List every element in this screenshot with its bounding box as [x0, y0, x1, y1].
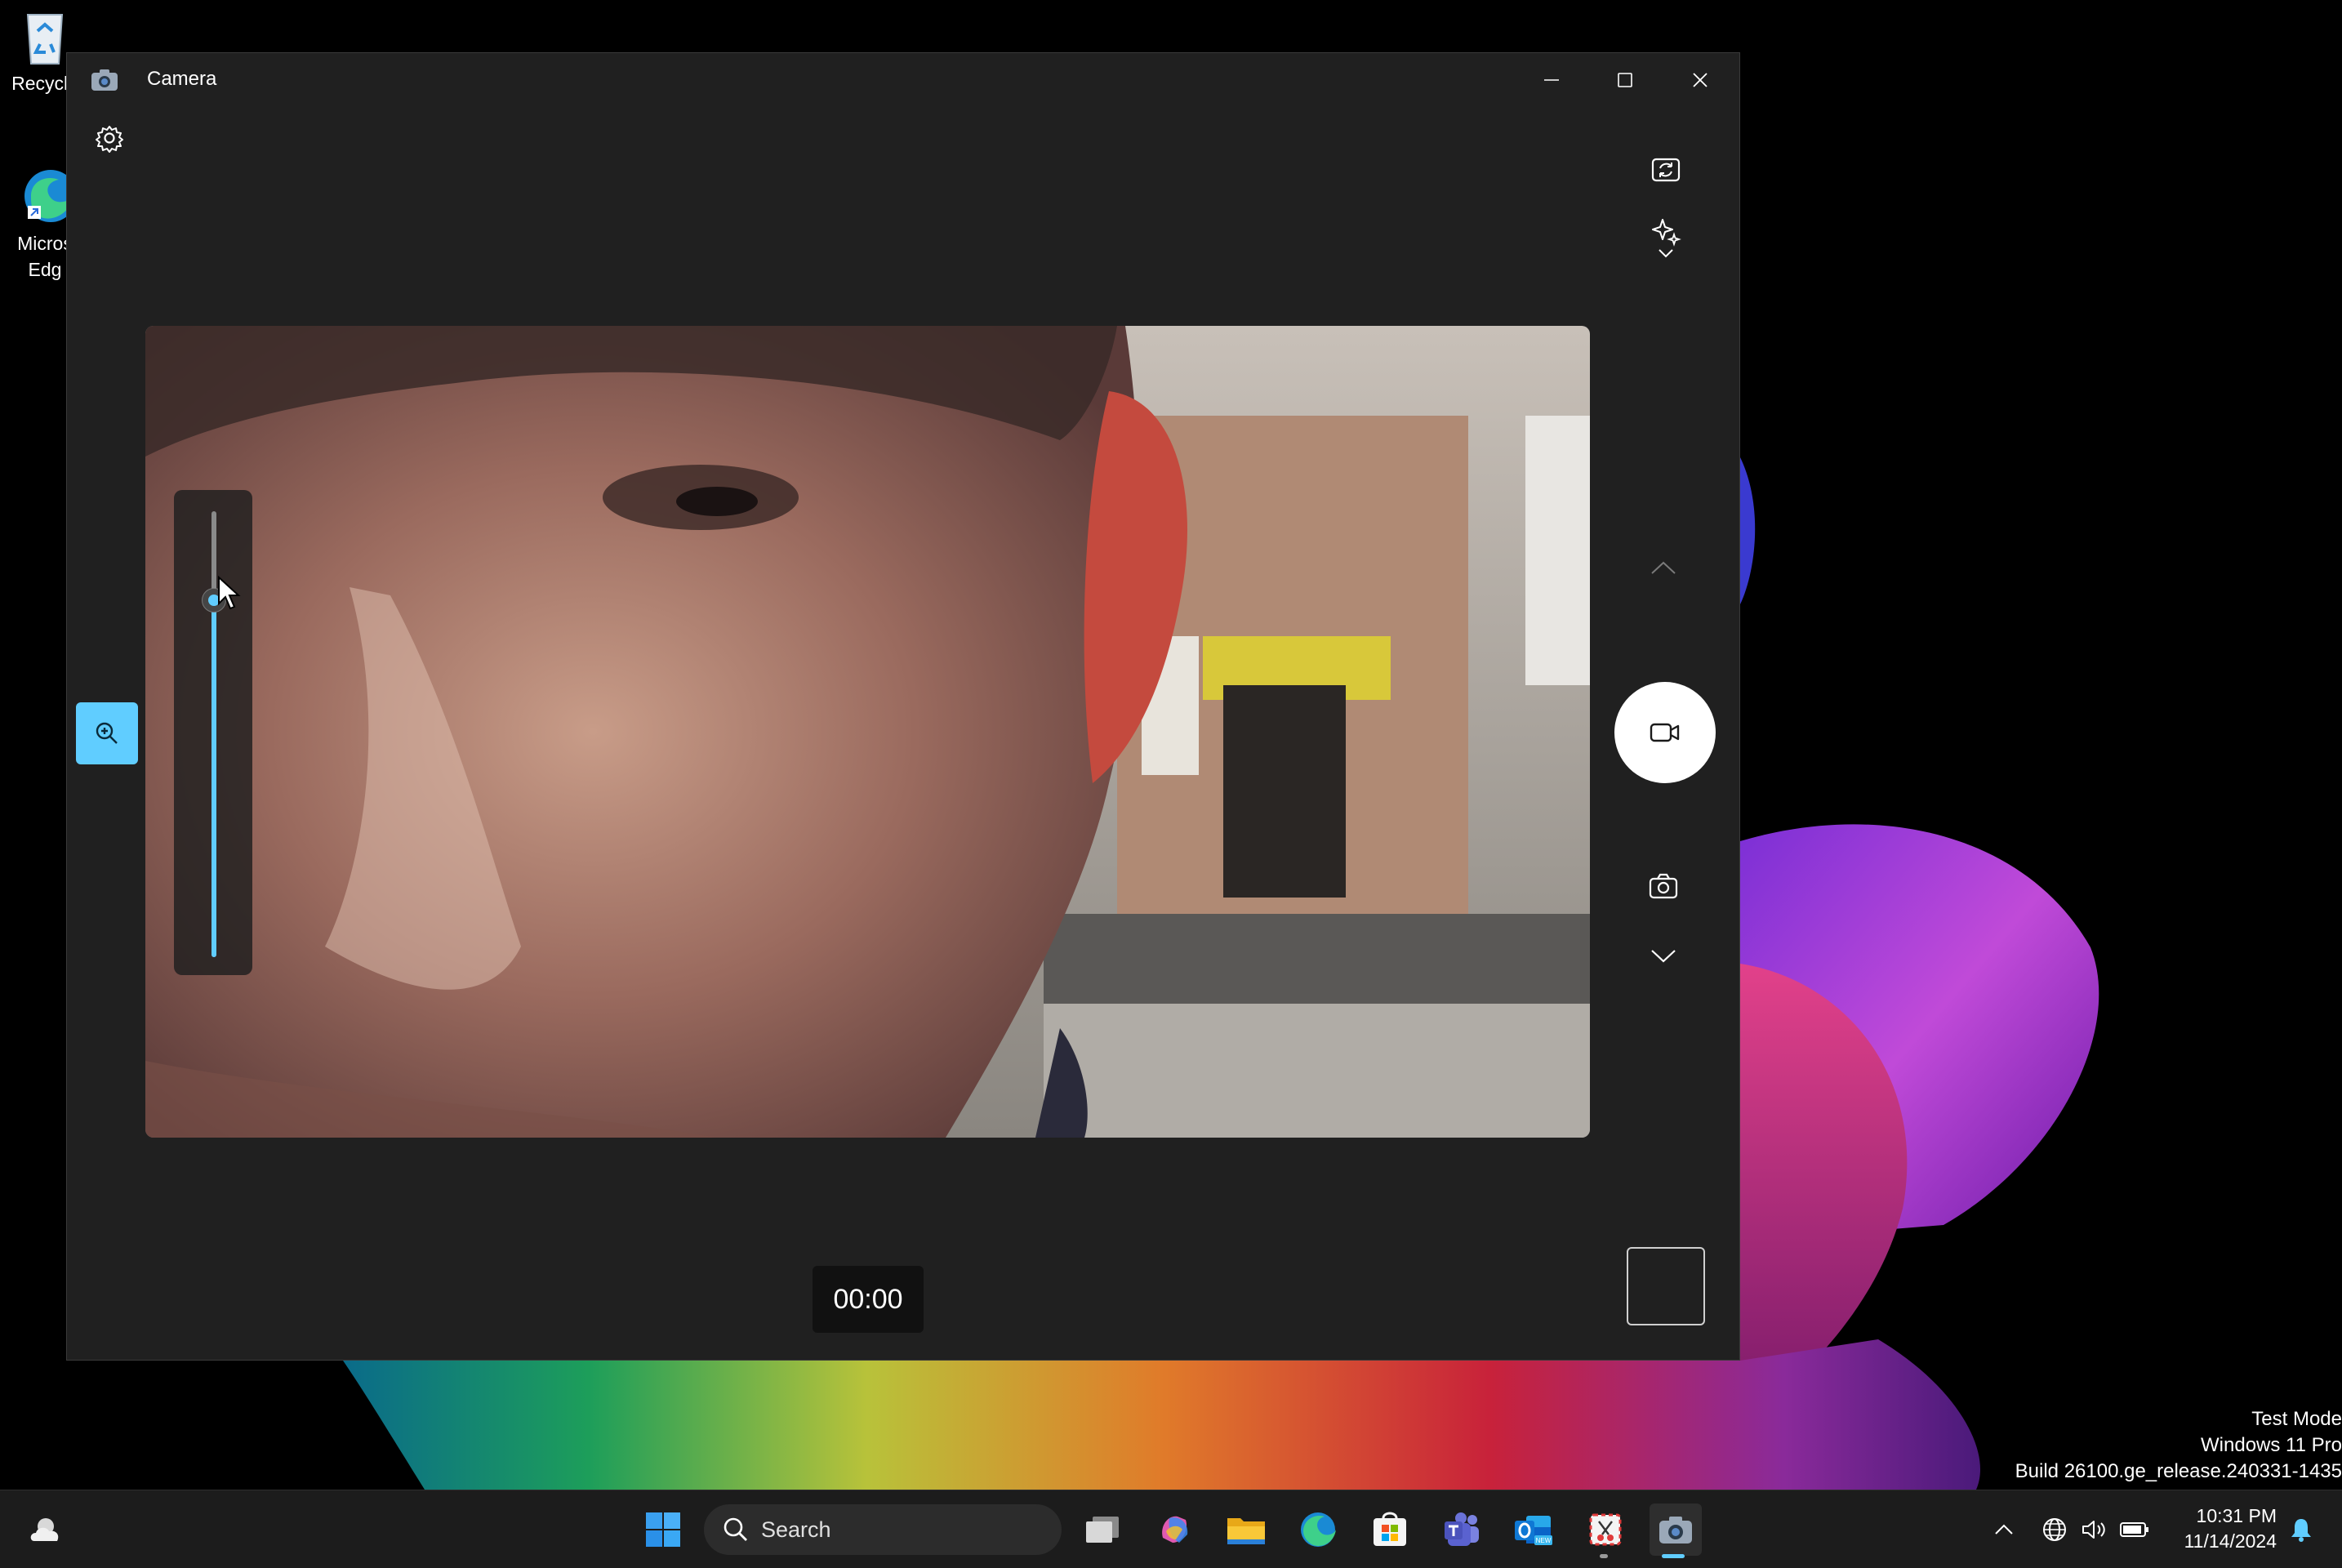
close-icon — [1693, 73, 1708, 87]
clock-time: 10:31 PM — [2196, 1505, 2277, 1526]
camera-feed-image — [145, 326, 1590, 1138]
camera-icon — [1659, 1517, 1692, 1544]
search-icon — [724, 1517, 747, 1541]
watermark-line: Windows 11 Pro — [2201, 1434, 2342, 1456]
teams-icon — [1445, 1512, 1479, 1546]
camera-preview — [145, 326, 1590, 1138]
record-video-button[interactable] — [1614, 682, 1716, 783]
clock-date: 11/14/2024 — [2184, 1530, 2277, 1552]
weather-widget[interactable] — [21, 1503, 73, 1556]
bell-icon — [2291, 1519, 2311, 1542]
window-title: Camera — [147, 68, 217, 90]
network-button[interactable] — [2038, 1503, 2071, 1556]
weather-icon — [30, 1518, 59, 1541]
taskbar-search[interactable]: Search — [704, 1504, 1062, 1555]
zoom-slider-fill — [211, 600, 216, 957]
switch-camera-icon — [1651, 158, 1681, 182]
show-hidden-icons-button[interactable] — [1988, 1503, 2020, 1556]
search-label: Search — [761, 1517, 831, 1542]
test-mode-watermark: Test Mode Windows 11 Pro Build 26100.ge_… — [2015, 1406, 2342, 1485]
zoom-in-icon — [96, 722, 118, 744]
chevron-down-icon — [1651, 950, 1676, 963]
active-app-indicator — [1662, 1554, 1685, 1558]
title-bar[interactable]: Camera — [67, 53, 1739, 107]
taskbar-clock[interactable]: 10:31 PM 11/14/2024 — [2184, 1503, 2277, 1554]
watermark-line: Build 26100.ge_release.240331-1435 — [2015, 1460, 2342, 1482]
copilot-icon — [1162, 1516, 1188, 1543]
watermark-line: Test Mode — [2251, 1408, 2342, 1430]
zoom-slider-track[interactable] — [211, 511, 216, 957]
zoom-slider-panel — [174, 490, 252, 975]
taskbar-file-explorer[interactable] — [1220, 1503, 1272, 1556]
last-capture-thumbnail[interactable] — [1627, 1247, 1705, 1325]
chevron-down-icon — [1659, 249, 1673, 258]
outlook-icon: NEW — [1515, 1516, 1552, 1545]
running-indicator — [1600, 1554, 1608, 1558]
mode-up-button[interactable] — [1639, 543, 1688, 592]
taskbar-copilot[interactable] — [1148, 1503, 1200, 1556]
file-explorer-icon — [1227, 1518, 1265, 1544]
maximize-button[interactable] — [1588, 53, 1662, 107]
taskbar-teams[interactable] — [1436, 1503, 1488, 1556]
minimize-icon — [1544, 79, 1559, 81]
camera-app-icon — [90, 68, 119, 92]
camera-window: Camera 00:00 — [66, 52, 1740, 1361]
maximize-icon — [1618, 73, 1632, 87]
speaker-icon — [2082, 1521, 2105, 1539]
mode-down-button[interactable] — [1639, 932, 1688, 981]
volume-button[interactable] — [2077, 1503, 2110, 1556]
taskbar-task-view[interactable] — [1076, 1503, 1129, 1556]
effects-button[interactable] — [1641, 200, 1690, 274]
switch-camera-button[interactable] — [1641, 145, 1690, 194]
start-button[interactable] — [637, 1503, 689, 1556]
zoom-button[interactable] — [76, 702, 138, 764]
camera-icon — [1649, 873, 1678, 899]
taskbar-edge[interactable] — [1292, 1503, 1344, 1556]
task-view-icon — [1086, 1517, 1119, 1543]
globe-icon — [2043, 1518, 2066, 1541]
video-camera-icon — [1650, 723, 1680, 742]
chevron-up-icon — [1651, 561, 1676, 574]
store-icon — [1374, 1512, 1406, 1546]
taskbar-camera[interactable] — [1650, 1503, 1702, 1556]
gear-icon — [96, 126, 123, 153]
recording-timer: 00:00 — [813, 1266, 924, 1333]
taskbar: Search NEW 10:31 PM 11/14/2024 — [0, 1490, 2342, 1568]
taskbar-store[interactable] — [1364, 1503, 1416, 1556]
battery-button[interactable] — [2117, 1503, 2153, 1556]
taskbar-snipping-tool[interactable] — [1579, 1503, 1632, 1556]
settings-button[interactable] — [91, 120, 127, 156]
sparkle-icon — [1652, 219, 1681, 247]
battery-icon — [2120, 1522, 2148, 1537]
start-icon — [646, 1512, 680, 1547]
minimize-button[interactable] — [1515, 53, 1588, 107]
taskbar-outlook[interactable]: NEW — [1507, 1503, 1560, 1556]
mouse-cursor — [217, 575, 242, 612]
chevron-up-icon — [1995, 1524, 2013, 1535]
close-button[interactable] — [1663, 53, 1737, 107]
snipping-tool-icon — [1589, 1513, 1622, 1546]
photo-mode-button[interactable] — [1639, 862, 1688, 911]
svg-text:NEW: NEW — [1536, 1537, 1552, 1544]
notifications-button[interactable] — [2285, 1503, 2318, 1556]
edge-icon — [1301, 1512, 1336, 1547]
